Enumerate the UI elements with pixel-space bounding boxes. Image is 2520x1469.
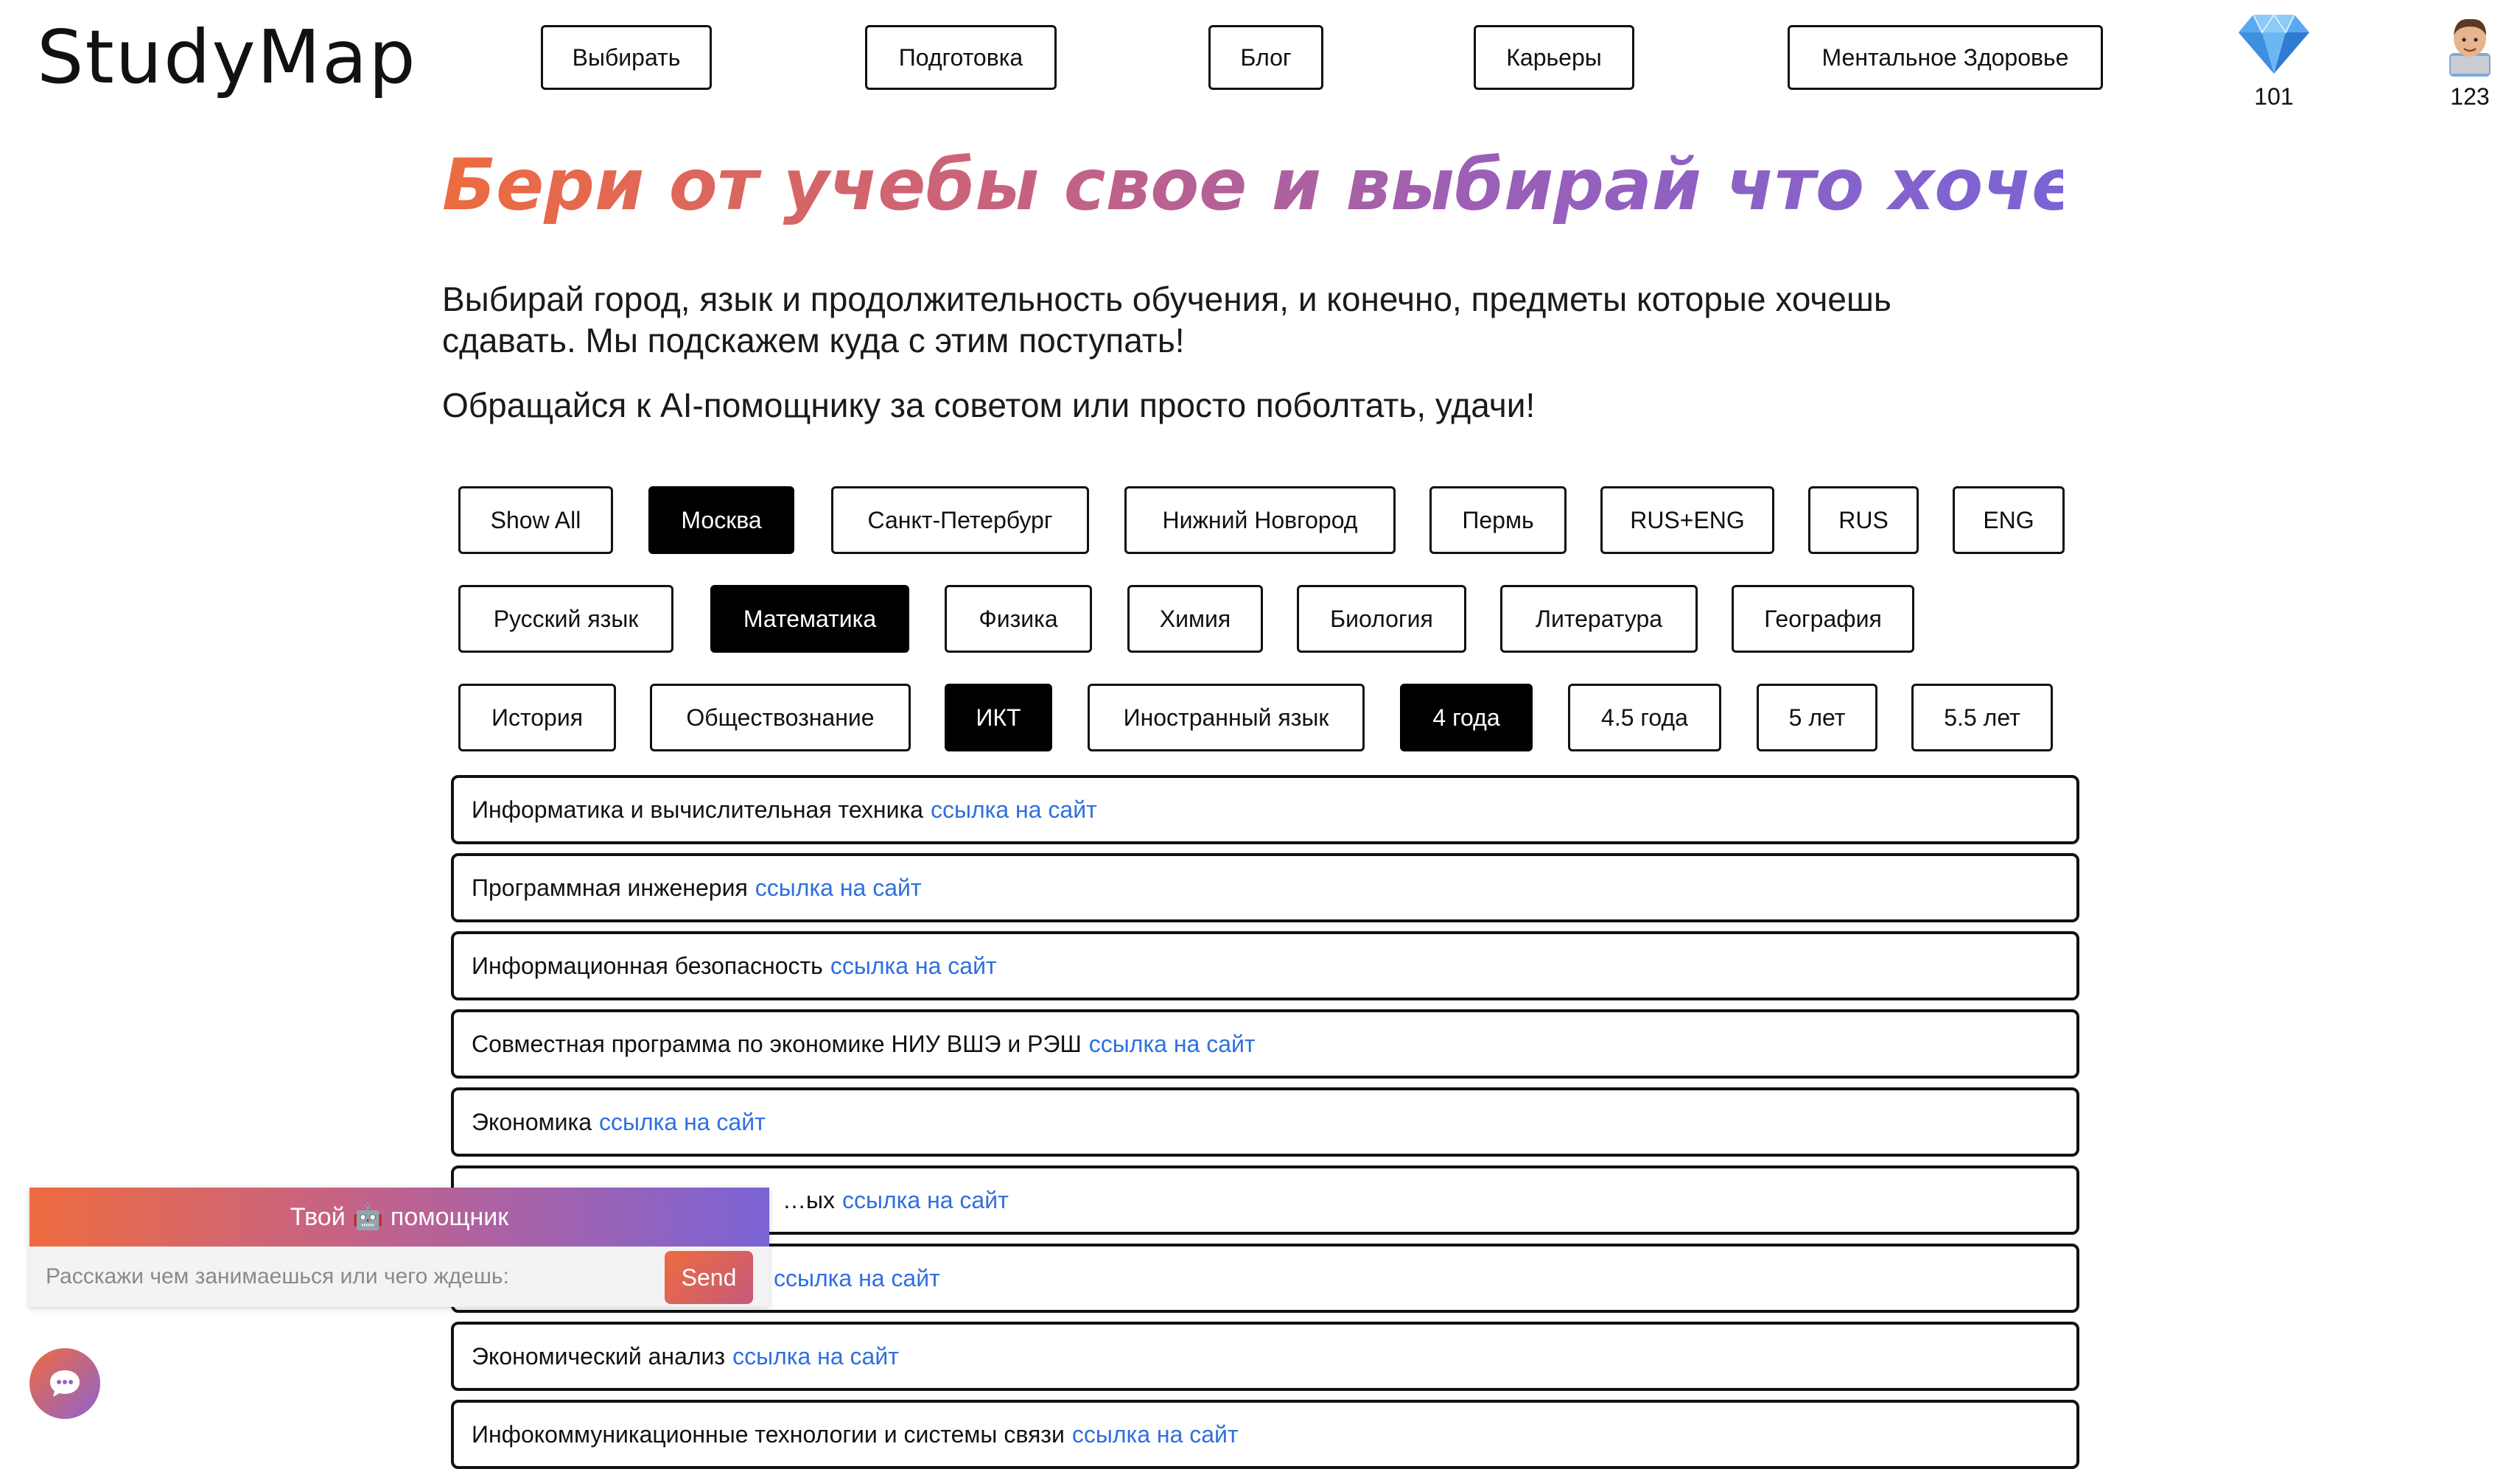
filter-duration-4-5[interactable]: 4.5 года (1568, 684, 1721, 751)
nav-careers-button[interactable]: Карьеры (1474, 25, 1634, 90)
program-link[interactable]: ссылка на сайт (1089, 1031, 1256, 1058)
program-link[interactable]: ссылка на сайт (599, 1109, 766, 1136)
filter-subject-chemistry[interactable]: Химия (1127, 585, 1263, 653)
program-name: Экономический анализ (472, 1342, 726, 1370)
filter-duration-5[interactable]: 5 лет (1757, 684, 1877, 751)
avatar-icon (2449, 18, 2491, 77)
filter-subject-history[interactable]: История (458, 684, 616, 751)
filter-subject-biology[interactable]: Биология (1297, 585, 1466, 653)
filter-lang-eng[interactable]: ENG (1953, 486, 2065, 554)
ai-assistant-panel: Твой 🤖 помощник Send (29, 1188, 769, 1307)
filter-subject-social[interactable]: Обществознание (650, 684, 911, 751)
ai-assistant-input[interactable] (29, 1247, 660, 1307)
filter-city-spb[interactable]: Санкт-Петербург (831, 486, 1089, 554)
profile-counter[interactable]: 123 (2426, 10, 2514, 111)
program-row: Информационная безопасность ссылка на сай… (451, 931, 2079, 1000)
filter-duration-4[interactable]: 4 года (1400, 684, 1533, 751)
page-title: Бери от учебы свое и выбирай что хочешь! (442, 137, 2232, 233)
filter-subject-physics[interactable]: Физика (945, 585, 1092, 653)
program-link[interactable]: ссылка на сайт (774, 1265, 940, 1292)
program-name: …ых (783, 1186, 835, 1213)
filter-subject-literature[interactable]: Литература (1500, 585, 1698, 653)
program-row: Совместная программа по экономике НИУ ВШ… (451, 1009, 2079, 1079)
gems-count: 101 (2254, 83, 2294, 110)
filter-subject-foreign-lang[interactable]: Иностранный язык (1088, 684, 1365, 751)
filter-subject-math[interactable]: Математика (710, 585, 909, 653)
nav-choose-button[interactable]: Выбирать (541, 25, 712, 90)
diamond-icon (2239, 13, 2309, 74)
program-row: Информатика и вычислительная техника ссыл… (451, 775, 2079, 844)
program-row: Инфокоммуникационные технологии и систем… (451, 1400, 2079, 1469)
logo[interactable]: StudyMap (37, 13, 417, 102)
program-link[interactable]: ссылка на сайт (842, 1187, 1009, 1214)
program-link[interactable]: ссылка на сайт (1072, 1421, 1239, 1448)
program-name: Инфокоммуникационные технологии и систем… (472, 1420, 1065, 1448)
filter-lang-rus-eng[interactable]: RUS+ENG (1600, 486, 1774, 554)
filter-show-all[interactable]: Show All (458, 486, 613, 554)
program-link[interactable]: ссылка на сайт (732, 1343, 899, 1370)
filter-subject-ict[interactable]: ИКТ (945, 684, 1052, 751)
ai-assistant-title: Твой 🤖 помощник (29, 1188, 769, 1247)
program-name: Информатика и вычислительная техника (472, 796, 923, 823)
filter-city-moscow[interactable]: Москва (648, 486, 794, 554)
filter-city-perm[interactable]: Пермь (1429, 486, 1567, 554)
program-row: Экономика ссылка на сайт (451, 1087, 2079, 1157)
gems-counter[interactable]: 101 (2230, 10, 2318, 111)
send-button[interactable]: Send (665, 1251, 753, 1304)
nav-blog-button[interactable]: Блог (1208, 25, 1323, 90)
program-link[interactable]: ссылка на сайт (931, 796, 1097, 824)
program-name: Информационная безопасность (472, 952, 823, 979)
filter-city-nnov[interactable]: Нижний Новгород (1124, 486, 1396, 554)
program-name: Совместная программа по экономике НИУ ВШ… (472, 1030, 1082, 1057)
program-name: Программная инженерия (472, 874, 748, 901)
hero-ai-note: Обращайся к AI-помощнику за советом или … (442, 386, 1536, 424)
program-row: Программная инженерия ссылка на сайт (451, 853, 2079, 922)
program-row: Экономический анализ ссылка на сайт (451, 1322, 2079, 1391)
program-link[interactable]: ссылка на сайт (830, 953, 997, 980)
nav-prep-button[interactable]: Подготовка (865, 25, 1057, 90)
chat-bubble-icon (50, 1370, 80, 1397)
program-name: Экономика (472, 1108, 592, 1135)
program-link[interactable]: ссылка на сайт (755, 874, 922, 902)
chat-toggle-button[interactable] (29, 1348, 100, 1419)
profile-count: 123 (2450, 83, 2490, 110)
nav-mental-health-button[interactable]: Ментальное Здоровье (1788, 25, 2103, 90)
filter-subject-geography[interactable]: География (1732, 585, 1914, 653)
filter-subject-russian[interactable]: Русский язык (458, 585, 673, 653)
filter-lang-rus[interactable]: RUS (1808, 486, 1919, 554)
filter-duration-5-5[interactable]: 5.5 лет (1911, 684, 2053, 751)
hero-description: Выбирай город, язык и продолжительность … (442, 280, 1891, 360)
